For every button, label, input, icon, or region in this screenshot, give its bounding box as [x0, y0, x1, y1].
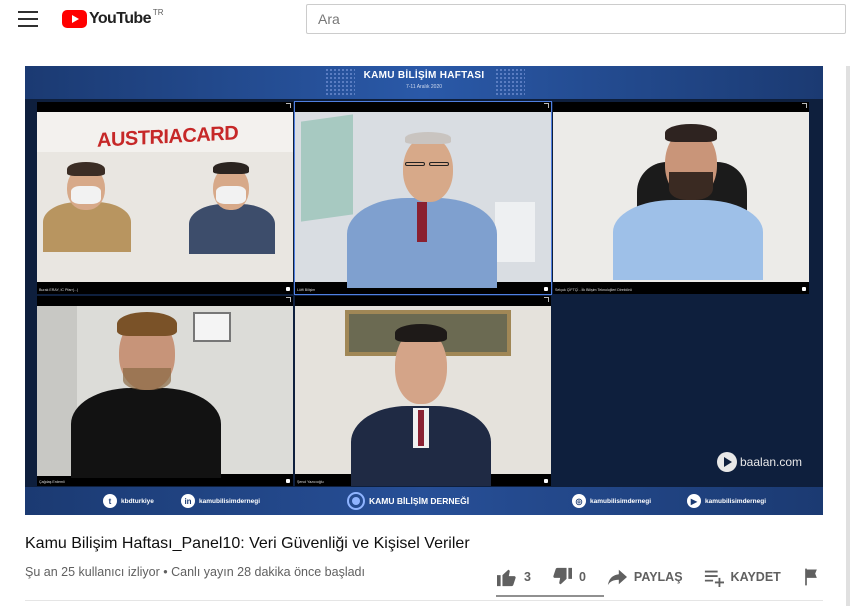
divider	[25, 600, 823, 601]
recording-icon	[286, 479, 290, 483]
participant-name: Şenol Yazıcıoğlu	[297, 480, 324, 484]
youtube-text: kamubilisimdernegi	[705, 497, 767, 505]
recording-icon	[544, 479, 548, 483]
video-feed: AUSTRIACARD	[37, 112, 293, 282]
kamu-bilisim-logo: KAMU BİLİŞİM DERNEĞİ	[347, 492, 469, 510]
search-input[interactable]	[307, 5, 845, 33]
instagram-handle: ◎ kamubilisimdernegi	[572, 494, 651, 508]
recording-icon	[544, 287, 548, 291]
participant-name: Selçuk ÇİFTÇİ - İlk Bilişim Teknolojiler…	[555, 288, 632, 292]
video-feed	[295, 112, 551, 288]
dislike-button[interactable]: 0	[551, 567, 586, 587]
thumbs-up-icon	[497, 569, 516, 587]
menu-icon[interactable]	[18, 11, 38, 27]
like-count: 3	[524, 570, 531, 584]
linkedin-handle: in kamubilisimdernegi	[181, 494, 260, 508]
video-title: Kamu Bilişim Haftası_Panel10: Veri Güven…	[25, 535, 470, 552]
save-label: KAYDET	[730, 570, 781, 584]
watermark-text: baalan.com	[740, 455, 803, 469]
video-player[interactable]: KAMU BİLİŞİM HAFTASI 7-11 Aralık 2020 AU…	[25, 66, 823, 515]
expand-icon	[286, 297, 291, 302]
playlist-add-icon	[704, 570, 724, 587]
report-button[interactable]	[801, 567, 827, 587]
expand-icon	[286, 103, 291, 108]
expand-icon	[802, 103, 807, 108]
scrollbar[interactable]	[846, 66, 850, 606]
baalan-logo-icon	[717, 452, 737, 472]
recording-icon	[802, 287, 806, 291]
participant-tile: Selçuk ÇİFTÇİ - İlk Bilişim Teknolojiler…	[553, 102, 809, 294]
share-button[interactable]: PAYLAŞ	[606, 567, 683, 587]
twitter-handle: t kbdturkiye	[103, 494, 154, 508]
search-box	[306, 4, 846, 34]
share-arrow-icon	[607, 569, 627, 586]
flag-icon	[804, 568, 817, 586]
youtube-logo[interactable]: YouTube TR	[62, 8, 164, 29]
play-logo-icon	[62, 10, 87, 28]
instagram-text: kamubilisimdernegi	[590, 497, 652, 505]
save-button[interactable]: KAYDET	[703, 567, 781, 587]
expand-icon	[544, 297, 549, 302]
dislike-count: 0	[578, 570, 586, 584]
participant-name: Çağdaş Erdemli	[39, 480, 65, 484]
kbd-logo-icon	[347, 492, 365, 510]
action-bar: 3 0 PAYLAŞ KAYDET	[496, 565, 827, 589]
recording-icon	[286, 287, 290, 291]
participant-name: Lütfi Bilişim	[297, 288, 316, 292]
watermark: baalan.com	[717, 452, 802, 472]
video-feed	[553, 112, 809, 282]
live-viewer-info: Şu an 25 kullanıcı izliyor • Canlı yayın…	[25, 565, 365, 579]
instagram-icon: ◎	[572, 494, 586, 508]
linkedin-text: kamubilisimdernegi	[199, 497, 261, 505]
video-banner: KAMU BİLİŞİM HAFTASI 7-11 Aralık 2020	[25, 66, 823, 99]
sentiment-bar	[496, 595, 604, 597]
participant-tile-active: Lütfi Bilişim	[294, 101, 552, 295]
twitter-icon: t	[103, 494, 117, 508]
thumbs-down-icon	[553, 567, 572, 585]
share-label: PAYLAŞ	[633, 570, 683, 584]
twitter-text: kbdturkiye	[121, 497, 154, 505]
youtube-handle: ▶ kamubilisimdernegi	[687, 494, 766, 508]
video-feed	[295, 306, 551, 486]
youtube-icon: ▶	[687, 494, 701, 508]
participant-tile: Şenol Yazıcıoğlu	[295, 296, 551, 486]
like-button[interactable]: 3	[496, 567, 531, 587]
linkedin-icon: in	[181, 494, 195, 508]
participant-tile: AUSTRIACARD Burak ERAY, IC Pfarr(...)	[37, 102, 293, 294]
expand-icon	[544, 103, 549, 108]
country-code: TR	[152, 8, 164, 17]
video-footer-banner: t kbdturkiye in kamubilisimdernegi KAMU …	[25, 487, 823, 515]
video-feed	[37, 306, 293, 478]
banner-date: 7-11 Aralık 2020	[405, 84, 443, 90]
logo-text: YouTube	[89, 10, 151, 27]
top-bar: YouTube TR	[0, 0, 850, 40]
participant-name: Burak ERAY, IC Pfarr(...)	[39, 288, 79, 292]
participant-tile: Çağdaş Erdemli	[37, 296, 293, 486]
kbd-logo-text: KAMU BİLİŞİM DERNEĞİ	[369, 496, 470, 506]
banner-title: KAMU BİLİŞİM HAFTASI	[363, 70, 485, 81]
